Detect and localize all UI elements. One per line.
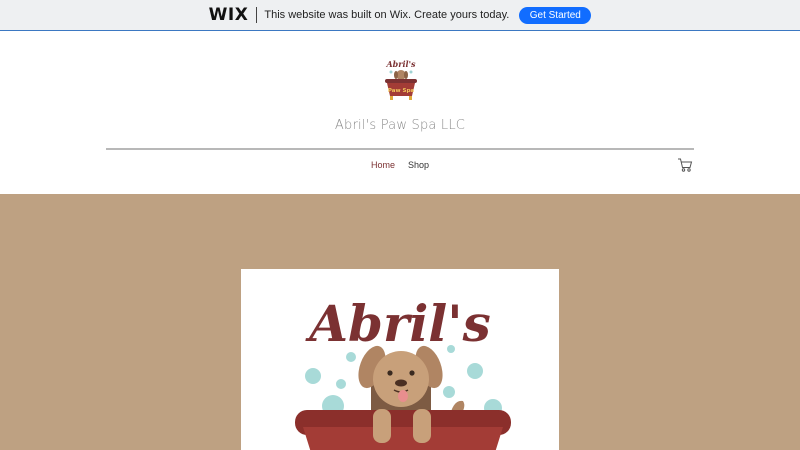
bubble-icon [346, 352, 356, 362]
dog-icon [358, 345, 443, 419]
hero-logo-card: Abril's [241, 269, 559, 450]
banner-divider [256, 7, 258, 23]
get-started-button[interactable]: Get Started [519, 6, 592, 24]
bubble-icon [447, 345, 455, 353]
bubble-icon [467, 363, 483, 379]
hero-section: Abril's [0, 194, 800, 450]
header-divider [106, 148, 694, 150]
dog-paw [373, 409, 391, 443]
nav-item-shop[interactable]: Shop [408, 160, 429, 170]
logo-text-bottom: Paw Spa [388, 88, 414, 94]
hero-logo-text: Abril's [305, 294, 491, 353]
dog-paw [413, 409, 431, 443]
nav-item-home[interactable]: Home [371, 160, 395, 170]
tub-body [303, 427, 503, 450]
site-title: Abril's Paw Spa LLC [334, 118, 466, 133]
wix-banner: WIX This website was built on Wix. Creat… [0, 0, 800, 31]
hero-logo: Abril's [295, 294, 511, 450]
wix-banner-message: This website was built on Wix. Create yo… [264, 9, 510, 21]
wix-logo[interactable]: WIX [209, 5, 249, 25]
bubble-icon [443, 386, 455, 398]
logo-text-top: Abril's [385, 59, 416, 69]
site-logo[interactable]: Abril's Paw Spa [381, 58, 421, 102]
bubble-icon [336, 379, 346, 389]
bubble-icon [305, 368, 321, 384]
cart-icon[interactable] [677, 157, 693, 173]
